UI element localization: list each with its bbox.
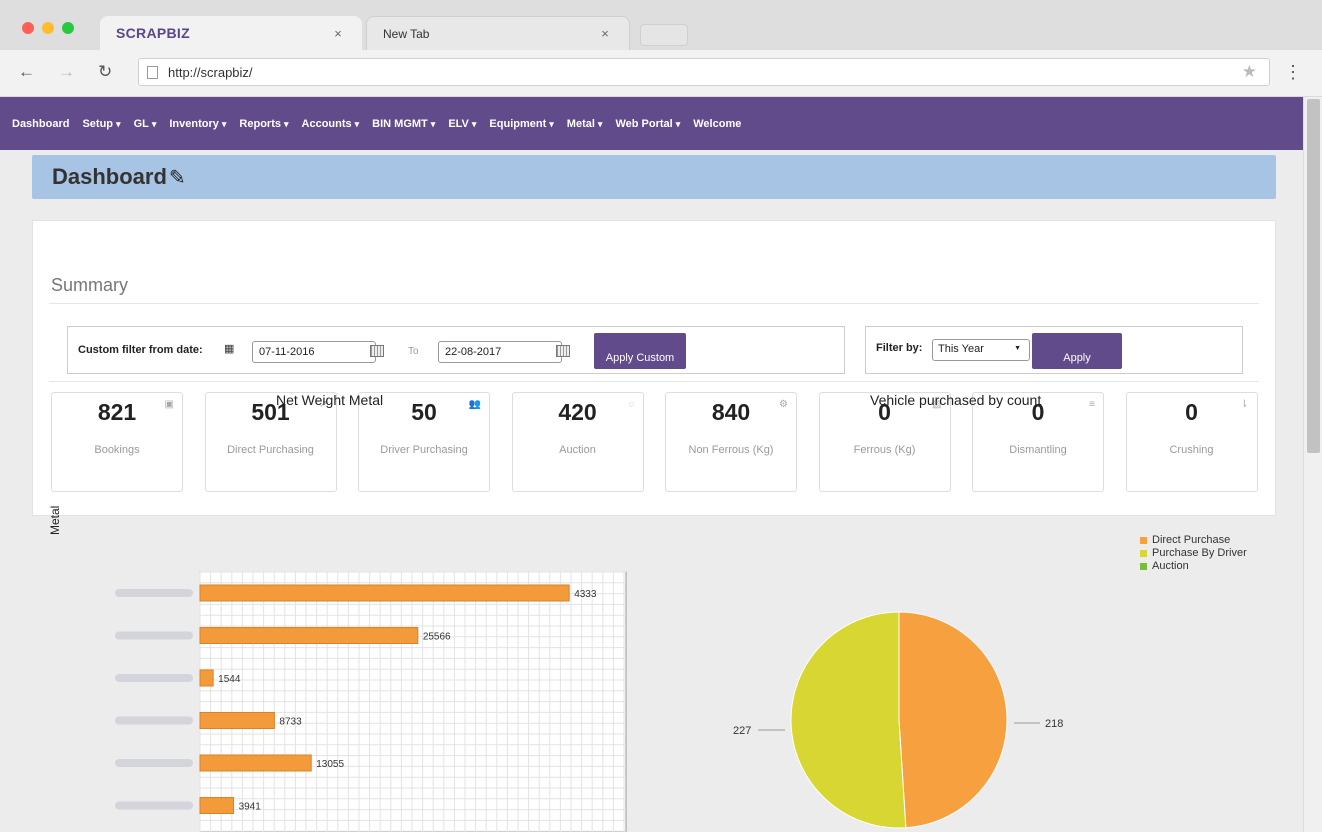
legend-swatch bbox=[1140, 563, 1147, 570]
caret-down-icon: ▾ bbox=[597, 118, 603, 129]
pie-chart-title: Vehicle purchased by count bbox=[870, 392, 1042, 408]
bar-value-label: 13055 bbox=[316, 759, 344, 770]
minimize-window-button[interactable] bbox=[42, 22, 54, 34]
caret-down-icon: ▾ bbox=[549, 118, 554, 129]
bar-value-label: 8733 bbox=[279, 717, 302, 728]
bar-value-label: 4333 bbox=[574, 589, 597, 600]
caret-down-icon: ▾ bbox=[471, 118, 477, 129]
page-scrollbar[interactable] bbox=[1303, 97, 1322, 832]
arrow-right-icon[interactable]: → bbox=[58, 62, 75, 82]
close-window-button[interactable] bbox=[22, 22, 34, 34]
close-tab-icon[interactable]: × bbox=[597, 26, 613, 41]
close-tab-icon[interactable]: × bbox=[330, 26, 346, 41]
tab-title: SCRAPBIZ bbox=[116, 25, 190, 41]
nav-item-accounts[interactable]: Accounts ▾ bbox=[302, 118, 360, 130]
bar-value-label: 1544 bbox=[218, 674, 241, 685]
window-controls bbox=[22, 22, 74, 34]
page-icon bbox=[147, 65, 158, 79]
reload-icon[interactable]: ↻ bbox=[98, 62, 112, 82]
blurred-category-label bbox=[115, 674, 193, 682]
address-toolbar: ← → ↻ http://scrapbiz/ ★ ⋮ bbox=[0, 50, 1322, 96]
nav-item-inventory[interactable]: Inventory ▾ bbox=[169, 118, 226, 130]
legend-label: Direct Purchase bbox=[1152, 534, 1231, 546]
arrow-left-icon[interactable]: ← bbox=[18, 62, 35, 82]
caret-down-icon: ▾ bbox=[151, 118, 157, 129]
nav-item-label: Setup bbox=[82, 117, 114, 130]
nav-item-label: BIN MGMT bbox=[372, 117, 428, 130]
pie-slice bbox=[898, 611, 1008, 829]
caret-down-icon: ▾ bbox=[430, 118, 436, 129]
bar-value-label: 3941 bbox=[239, 802, 262, 813]
scrollbar-thumb[interactable] bbox=[1307, 99, 1320, 453]
bar bbox=[199, 797, 235, 814]
nav-item-label: Welcome bbox=[693, 117, 742, 130]
legend-label: Auction bbox=[1152, 560, 1189, 572]
caret-down-icon: ▾ bbox=[116, 118, 121, 129]
nav-item-label: GL bbox=[133, 117, 149, 130]
nav-item-web-portal[interactable]: Web Portal ▾ bbox=[615, 118, 680, 130]
legend-swatch bbox=[1140, 550, 1147, 557]
legend-swatch bbox=[1140, 537, 1147, 544]
maximize-window-button[interactable] bbox=[62, 22, 74, 34]
bar bbox=[199, 627, 419, 644]
nav-item-dashboard[interactable]: Dashboard bbox=[12, 118, 69, 130]
page-content: Dashboard ✎ Summary Custom filter from d… bbox=[0, 150, 1303, 832]
bar-chart-title: Net Weight Metal bbox=[276, 392, 384, 408]
legend-item[interactable]: Purchase By Driver bbox=[1140, 547, 1247, 560]
tab-title: New Tab bbox=[383, 26, 430, 41]
blurred-category-label bbox=[115, 631, 193, 640]
nav-item-label: ELV bbox=[448, 117, 469, 130]
nav-item-label: Reports bbox=[239, 117, 281, 130]
bar bbox=[199, 754, 312, 772]
nav-item-label: Equipment bbox=[489, 117, 547, 130]
bar bbox=[199, 669, 214, 687]
blurred-category-label bbox=[115, 589, 193, 597]
pie-slice bbox=[790, 611, 907, 829]
url-text: http://scrapbiz/ bbox=[168, 64, 253, 80]
nav-item-bin-mgmt[interactable]: BIN MGMT ▾ bbox=[372, 118, 435, 130]
nav-item-label: Dashboard bbox=[12, 117, 70, 130]
bar bbox=[199, 712, 275, 729]
pie-legend: Direct Purchase Purchase By Driver Auction bbox=[1140, 534, 1247, 573]
nav-item-label: Web Portal bbox=[615, 117, 673, 130]
blurred-category-label bbox=[115, 716, 193, 725]
nav-item-reports[interactable]: Reports ▾ bbox=[239, 118, 288, 130]
nav-item-label: Metal bbox=[566, 117, 595, 130]
legend-item[interactable]: Direct Purchase bbox=[1140, 534, 1247, 547]
charts-canvas: 4333 25566 1544 8733 13055 3941 218 227 bbox=[115, 571, 1063, 832]
nav-item-gl[interactable]: GL ▾ bbox=[134, 118, 157, 130]
caret-down-icon: ▾ bbox=[283, 118, 289, 129]
kebab-menu-icon[interactable]: ⋮ bbox=[1284, 62, 1302, 83]
bar-chart-y-label: Metal bbox=[48, 505, 62, 535]
blurred-category-label bbox=[115, 801, 193, 810]
nav-item-label: Accounts bbox=[301, 117, 352, 130]
bar bbox=[199, 584, 570, 602]
bar-value-label: 25566 bbox=[423, 632, 451, 643]
main-nav: Dashboard Setup ▾ GL ▾ Inventory ▾ Reports ▾ Acco… bbox=[0, 97, 1303, 150]
tab-new-tab[interactable]: New Tab × bbox=[366, 16, 630, 50]
browser-chrome: SCRAPBIZ × New Tab × ← → ↻ http://scrapb… bbox=[0, 0, 1322, 96]
nav-item-metal[interactable]: Metal ▾ bbox=[567, 118, 603, 130]
pie-value-label: 218 bbox=[1045, 718, 1063, 730]
caret-down-icon: ▾ bbox=[221, 118, 227, 129]
address-bar[interactable]: http://scrapbiz/ ★ bbox=[138, 58, 1270, 86]
nav-item-setup[interactable]: Setup ▾ bbox=[82, 118, 120, 130]
tab-strip: SCRAPBIZ × New Tab × bbox=[0, 0, 1322, 50]
nav-item-welcome[interactable]: Welcome bbox=[693, 118, 741, 130]
nav-item-equipment[interactable]: Equipment ▾ bbox=[489, 118, 553, 130]
caret-down-icon: ▾ bbox=[675, 118, 681, 129]
blurred-category-label bbox=[115, 759, 193, 767]
star-icon[interactable]: ★ bbox=[1242, 62, 1257, 82]
new-tab-button[interactable] bbox=[640, 24, 688, 46]
nav-item-label: Inventory bbox=[169, 117, 219, 130]
caret-down-icon: ▾ bbox=[354, 118, 360, 129]
legend-label: Purchase By Driver bbox=[1152, 547, 1247, 559]
nav-item-elv[interactable]: ELV ▾ bbox=[448, 118, 476, 130]
tab-scrapbiz[interactable]: SCRAPBIZ × bbox=[100, 16, 362, 50]
pie-value-label: 227 bbox=[733, 725, 751, 737]
legend-item[interactable]: Auction bbox=[1140, 560, 1247, 573]
